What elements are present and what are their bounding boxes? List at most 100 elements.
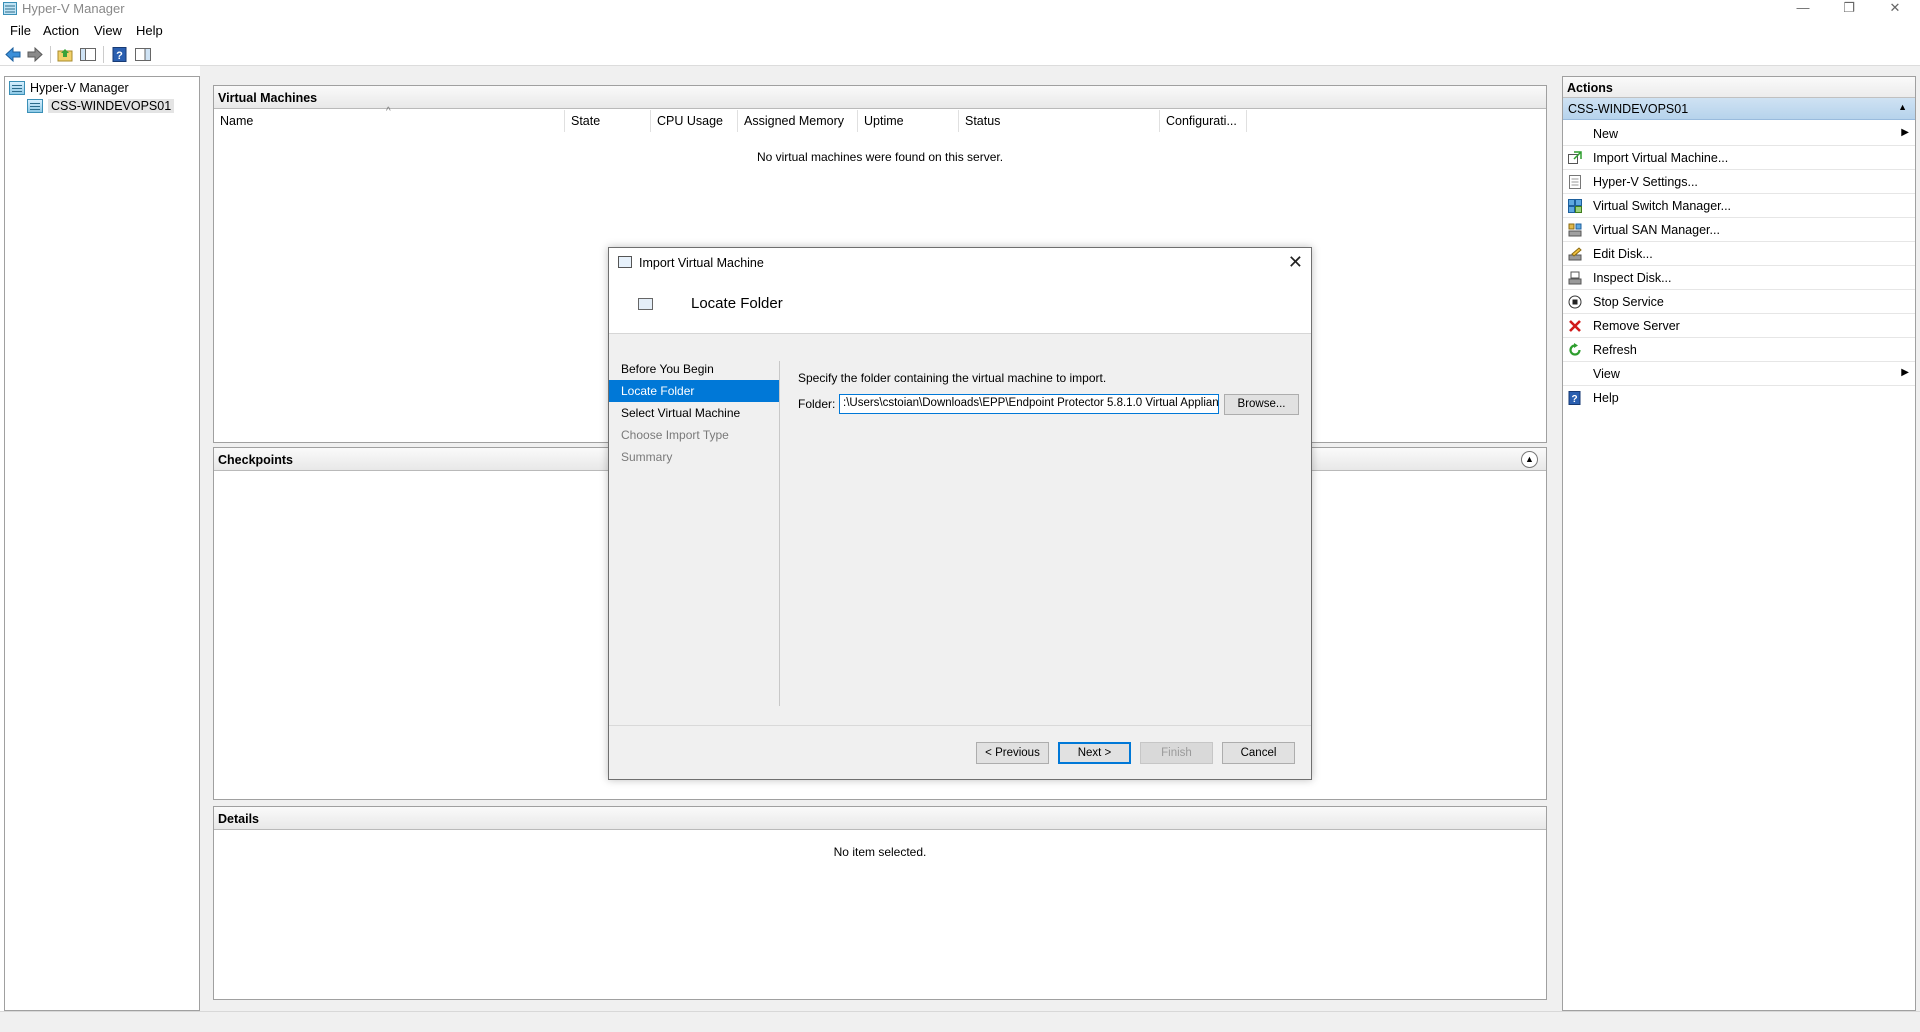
actions-server-group[interactable]: CSS-WINDEVOPS01 ▲ [1563,98,1915,120]
hyperv-manager-icon [9,80,25,95]
switch-icon [1568,199,1582,213]
previous-button[interactable]: < Previous [976,742,1049,764]
navigation-tree: Hyper-V Manager CSS-WINDEVOPS01 [4,76,200,1011]
folder-label: Folder: [798,397,836,411]
submenu-arrow-icon: ▶ [1901,367,1909,378]
actions-server-label: CSS-WINDEVOPS01 [1568,102,1689,116]
menu-view[interactable]: View [94,23,122,38]
step-summary: Summary [621,450,673,464]
action-view-label: View [1593,367,1620,381]
dialog-close-icon[interactable]: ✕ [1288,252,1303,273]
stop-icon [1568,295,1582,309]
step-select-virtual-machine[interactable]: Select Virtual Machine [609,402,781,424]
edit-disk-icon [1568,247,1582,261]
checkpoints-title: Checkpoints [218,453,294,467]
title-bar: Hyper-V Manager — ❐ ✕ [0,0,1920,17]
action-new-label: New [1593,127,1619,141]
collapse-group-icon[interactable]: ▲ [1898,102,1907,112]
import-icon [1568,151,1582,165]
action-help[interactable]: ? Help [1563,386,1915,410]
action-new[interactable]: New ▶ [1563,122,1915,146]
action-import-virtual-machine[interactable]: Import Virtual Machine... [1563,146,1915,170]
action-refresh-label: Refresh [1593,343,1637,357]
back-arrow-icon[interactable] [4,46,22,63]
minimize-button[interactable]: — [1780,0,1826,17]
action-pane-icon[interactable] [134,46,152,63]
dialog-page-title: Locate Folder [691,295,783,312]
up-folder-icon[interactable] [56,46,74,63]
column-status[interactable]: Status [959,110,1160,132]
action-inspect-disk[interactable]: Inspect Disk... [1563,266,1915,290]
toolbar-separator [50,46,51,63]
close-window-button[interactable]: ✕ [1872,0,1918,17]
action-remove-server[interactable]: Remove Server [1563,314,1915,338]
collapse-checkpoints-icon[interactable]: ▲ [1521,451,1538,468]
column-configuration-label: Configurati... [1166,114,1237,128]
toolbar: ? [0,43,1920,66]
sort-ascending-icon: ^ [386,106,391,117]
help-icon[interactable]: ? [111,46,129,63]
import-vm-icon [618,256,632,268]
action-refresh[interactable]: Refresh [1563,338,1915,362]
menu-help[interactable]: Help [136,23,163,38]
action-switch-label: Virtual Switch Manager... [1593,199,1732,213]
tree-root-hyperv-manager[interactable]: Hyper-V Manager [9,79,129,96]
column-uptime-label: Uptime [864,114,904,128]
step-locate-folder[interactable]: Locate Folder [609,380,779,402]
action-san-label: Virtual SAN Manager... [1593,223,1720,237]
cancel-button[interactable]: Cancel [1222,742,1295,764]
no-vms-message: No virtual machines were found on this s… [756,150,1004,164]
action-import-label: Import Virtual Machine... [1593,151,1729,165]
hyperv-app-icon [3,2,17,15]
san-icon [1568,223,1582,237]
column-state-label: State [571,114,601,128]
wizard-steps: Before You Begin Locate Folder Select Vi… [609,358,781,468]
menu-action[interactable]: Action [43,23,79,38]
actions-pane: Actions CSS-WINDEVOPS01 ▲ New ▶ Import V… [1562,76,1916,1011]
column-cpu-usage[interactable]: CPU Usage [651,110,738,132]
column-assigned-memory[interactable]: Assigned Memory [738,110,858,132]
action-stop-service[interactable]: Stop Service [1563,290,1915,314]
column-uptime[interactable]: Uptime [858,110,959,132]
browse-button[interactable]: Browse... [1224,394,1299,415]
next-button[interactable]: Next > [1058,742,1131,764]
show-hide-tree-icon[interactable] [79,46,97,63]
folder-path-input[interactable]: :\Users\cstoian\Downloads\EPP\Endpoint P… [839,394,1219,414]
action-hyperv-settings[interactable]: Hyper-V Settings... [1563,170,1915,194]
menu-file[interactable]: File [10,23,31,38]
inspect-disk-icon [1568,271,1582,285]
action-edit-disk[interactable]: Edit Disk... [1563,242,1915,266]
dialog-title-bar: Import Virtual Machine ✕ [609,248,1311,278]
remove-icon [1568,319,1582,333]
tree-server-label: CSS-WINDEVOPS01 [48,98,175,113]
restore-button[interactable]: ❐ [1826,0,1872,17]
action-view[interactable]: View ▶ [1563,362,1915,386]
help-icon: ? [1568,391,1582,405]
svg-text:?: ? [1571,394,1577,405]
import-vm-dialog: Import Virtual Machine ✕ Locate Folder B… [608,247,1312,780]
column-configuration[interactable]: Configurati... [1160,110,1247,132]
settings-icon [1568,175,1582,189]
virtual-machines-header: Virtual Machines [214,86,1546,109]
tree-item-server[interactable]: CSS-WINDEVOPS01 [27,97,175,114]
actions-header: Actions [1563,77,1915,98]
vm-column-headers: Name ^ State CPU Usage Assigned Memory U… [214,106,1546,132]
details-header: Details [214,807,1546,830]
steps-divider [779,361,780,706]
action-settings-label: Hyper-V Settings... [1593,175,1698,189]
toolbar-separator [103,46,104,63]
svg-text:?: ? [116,50,123,62]
action-remove-label: Remove Server [1593,319,1680,333]
forward-arrow-icon[interactable] [26,46,44,63]
menu-bar: File Action View Help [0,20,1920,40]
step-choose-import-type: Choose Import Type [621,428,729,442]
action-virtual-switch-manager[interactable]: Virtual Switch Manager... [1563,194,1915,218]
action-virtual-san-manager[interactable]: Virtual SAN Manager... [1563,218,1915,242]
step-before-you-begin[interactable]: Before You Begin [609,358,781,380]
status-bar [0,1011,1920,1032]
server-icon [27,98,43,113]
dialog-title: Import Virtual Machine [639,256,764,270]
column-state[interactable]: State [565,110,651,132]
column-name-label: Name [220,114,254,128]
action-edit-disk-label: Edit Disk... [1593,247,1653,261]
